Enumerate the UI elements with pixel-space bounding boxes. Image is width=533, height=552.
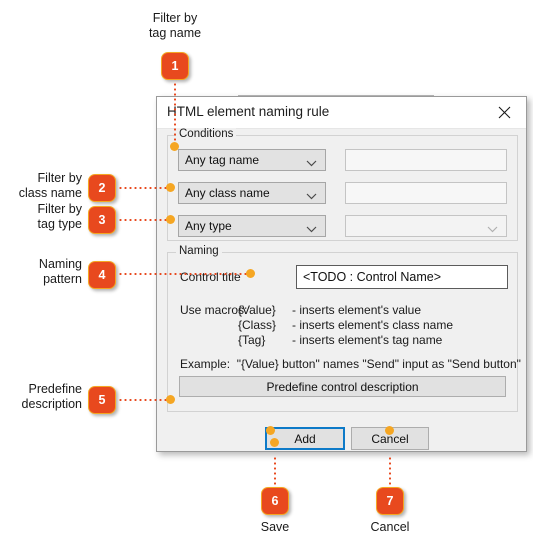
macro-key: {Tag} — [238, 333, 266, 347]
leader-line-2 — [118, 187, 170, 189]
tag-type-filter-select[interactable]: Any type — [178, 215, 326, 237]
macro-row: {Class} - inserts element's class name — [238, 318, 453, 333]
leader-dot-7 — [385, 426, 394, 435]
leader-line-4 — [118, 273, 250, 275]
leader-dot-5 — [166, 395, 175, 404]
class-name-value-input[interactable] — [346, 183, 506, 203]
leader-dot-6 — [270, 438, 279, 447]
leader-dot-3 — [166, 215, 175, 224]
leader-dot-1 — [170, 142, 179, 151]
macro-desc: - inserts element's tag name — [292, 333, 443, 347]
macro-key: {Class} — [238, 318, 277, 332]
chevron-down-icon — [306, 222, 317, 236]
annotation-label-4: Naming pattern — [38, 257, 82, 286]
tag-type-value-select[interactable] — [345, 215, 507, 237]
annotation-badge-1[interactable]: 1 — [161, 52, 189, 80]
annotation-badge-7[interactable]: 7 — [376, 487, 404, 515]
chevron-down-icon — [306, 189, 317, 203]
annotation-label-5: Predefine description — [21, 382, 82, 411]
annotation-badge-4[interactable]: 4 — [88, 261, 116, 289]
annotation-label-7: Cancel — [370, 520, 410, 534]
annotation-badge-6[interactable]: 6 — [261, 487, 289, 515]
control-title-input[interactable] — [297, 266, 507, 288]
dialog-titlebar: HTML element naming rule — [157, 97, 526, 129]
chevron-down-icon — [487, 222, 498, 236]
annotation-badge-3[interactable]: 3 — [88, 206, 116, 234]
annotation-label-3: Filter by tag type — [37, 202, 82, 231]
class-name-filter-select[interactable]: Any class name — [178, 182, 326, 204]
leader-line-1 — [174, 82, 176, 148]
example-text: Example: "{Value} button" names "Send" i… — [180, 357, 521, 371]
leader-line-6 — [274, 456, 276, 488]
control-title-field[interactable] — [296, 265, 508, 289]
leader-dot-2 — [166, 183, 175, 192]
close-icon[interactable] — [483, 97, 526, 127]
macros-list: {Value} - inserts element's value {Class… — [238, 303, 453, 348]
macro-row: {Value} - inserts element's value — [238, 303, 453, 318]
macro-desc: - inserts element's value — [292, 303, 422, 317]
naming-legend: Naming — [176, 245, 222, 257]
annotation-badge-2[interactable]: 2 — [88, 174, 116, 202]
tag-name-filter-select[interactable]: Any tag name — [178, 149, 326, 171]
leader-line-7 — [389, 456, 391, 488]
conditions-group: Conditions Any tag name Any class name A… — [167, 128, 518, 241]
dialog-title: HTML element naming rule — [167, 104, 330, 119]
annotation-label-1: Filter by tag name — [148, 11, 202, 40]
leader-dot-add-button — [266, 426, 275, 435]
annotation-label-6: Save — [260, 520, 290, 534]
tag-name-value-field[interactable] — [345, 149, 507, 171]
macro-key: {Value} — [238, 303, 276, 317]
annotation-badge-5[interactable]: 5 — [88, 386, 116, 414]
leader-dot-4 — [246, 269, 255, 278]
tag-name-value-input[interactable] — [346, 150, 506, 170]
class-name-value-field[interactable] — [345, 182, 507, 204]
annotation-label-2: Filter by class name — [18, 171, 82, 200]
leader-line-5 — [118, 399, 170, 401]
chevron-down-icon — [306, 156, 317, 170]
predefine-control-description-button[interactable]: Predefine control description — [179, 376, 506, 397]
macro-row: {Tag} - inserts element's tag name — [238, 333, 453, 348]
conditions-legend: Conditions — [176, 128, 237, 140]
macro-desc: - inserts element's class name — [292, 318, 454, 332]
leader-line-3 — [118, 219, 170, 221]
